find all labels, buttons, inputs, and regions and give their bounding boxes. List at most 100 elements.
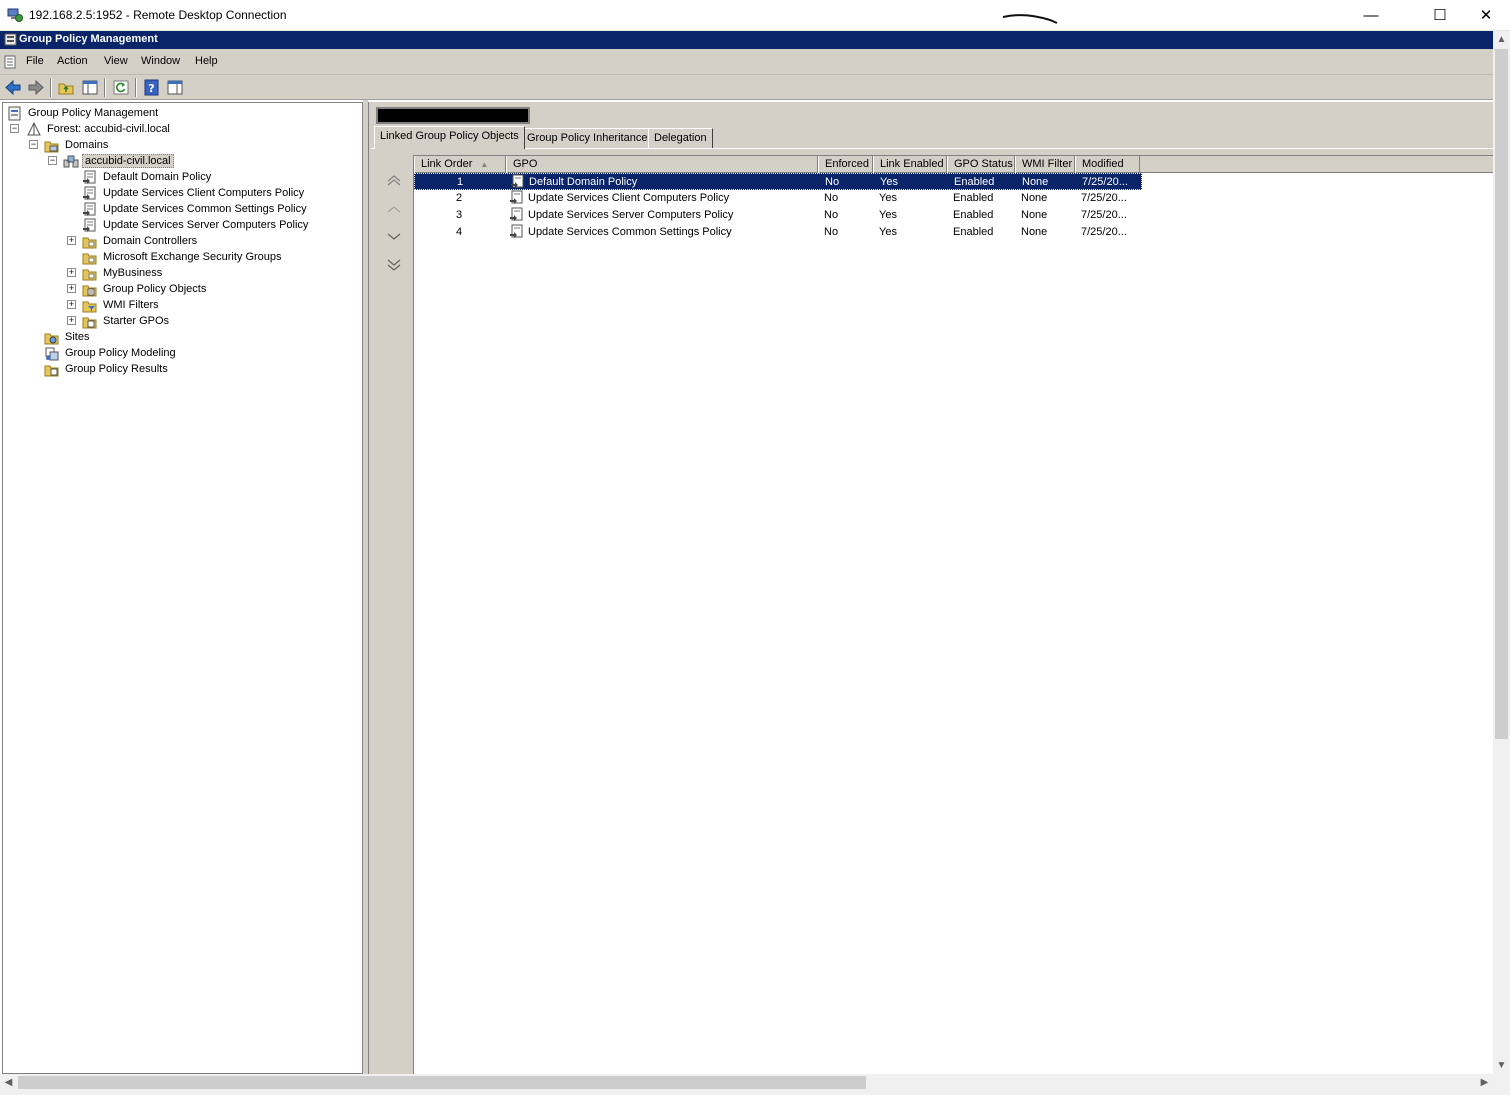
tree-node-forest[interactable]: Forest: accubid-civil.local bbox=[26, 121, 172, 137]
pen-stroke-mark bbox=[1002, 14, 1058, 24]
toolbar-separator bbox=[104, 78, 106, 97]
app-titlebar: Group Policy Management bbox=[0, 31, 1493, 49]
show-tree-icon[interactable] bbox=[81, 79, 99, 96]
tree-node-group-policy-objects[interactable]: Group Policy Objects bbox=[82, 281, 208, 297]
collapse-toggle-forest[interactable]: − bbox=[10, 124, 19, 133]
maximize-button[interactable]: ☐ bbox=[1417, 0, 1463, 30]
tree-label: WMI Filters bbox=[103, 299, 159, 311]
cell-enforced: No bbox=[824, 209, 839, 221]
expand-toggle-gpo-container[interactable]: + bbox=[67, 284, 76, 293]
horizontal-scroll-thumb[interactable] bbox=[18, 1076, 866, 1089]
menu-help[interactable]: Help bbox=[195, 55, 218, 67]
tab-linked-gpos[interactable]: Linked Group Policy Objects bbox=[374, 126, 525, 149]
tree-node-mybusiness[interactable]: MyBusiness bbox=[82, 265, 164, 281]
refresh-icon[interactable] bbox=[112, 79, 130, 96]
scroll-up-icon[interactable]: ▲ bbox=[1493, 31, 1510, 48]
cell-gpo-status: Enabled bbox=[953, 226, 994, 238]
wmi-filter-icon bbox=[82, 301, 97, 312]
cell-enforced: No bbox=[824, 192, 839, 204]
horizontal-scrollbar[interactable]: ◀ ▶ bbox=[0, 1074, 1493, 1091]
tree-node-root[interactable]: Group Policy Management bbox=[7, 105, 160, 121]
mmc-document-icon[interactable] bbox=[4, 55, 17, 69]
tree-node-domain-controllers[interactable]: Domain Controllers bbox=[82, 233, 199, 249]
cell-link-order: 3 bbox=[456, 209, 463, 221]
tree-node-results[interactable]: Group Policy Results bbox=[44, 361, 170, 377]
tab-delegation[interactable]: Delegation bbox=[648, 128, 713, 148]
tree-node-gpo-link[interactable]: Update Services Client Computers Policy bbox=[82, 185, 306, 201]
menu-bar: File Action View Window Help bbox=[0, 49, 1493, 75]
tree-node-sites[interactable]: Sites bbox=[44, 329, 91, 345]
minimize-button[interactable]: — bbox=[1348, 0, 1394, 30]
tree-node-gpo-link[interactable]: Update Services Server Computers Policy bbox=[82, 217, 310, 233]
collapse-toggle-domain[interactable]: − bbox=[48, 156, 57, 165]
move-to-bottom-icon[interactable] bbox=[385, 257, 403, 273]
scroll-left-icon[interactable]: ◀ bbox=[0, 1074, 17, 1091]
menu-window[interactable]: Window bbox=[141, 55, 180, 67]
cell-link-enabled: Yes bbox=[879, 226, 897, 238]
cell-wmi-filter: None bbox=[1021, 226, 1048, 238]
close-button[interactable]: ✕ bbox=[1463, 0, 1509, 30]
back-arrow-icon[interactable] bbox=[4, 79, 22, 96]
tree-label: MyBusiness bbox=[103, 267, 163, 279]
gpo-row[interactable]: 4 Update Services Common Settings Policy… bbox=[414, 224, 1142, 241]
column-header-gpo-status[interactable]: GPO Status bbox=[947, 156, 1015, 173]
vertical-scroll-thumb[interactable] bbox=[1495, 49, 1508, 739]
column-header-gpo[interactable]: GPO bbox=[506, 156, 818, 173]
show-pane-icon[interactable] bbox=[166, 79, 184, 96]
move-to-top-icon[interactable] bbox=[385, 173, 403, 189]
cell-link-enabled: Yes bbox=[879, 209, 897, 221]
gpo-link-icon bbox=[83, 186, 96, 200]
column-header-modified[interactable]: Modified bbox=[1075, 156, 1140, 173]
expand-toggle-wmi-filters[interactable]: + bbox=[67, 300, 76, 309]
column-header-enforced[interactable]: Enforced bbox=[818, 156, 873, 173]
cell-enforced: No bbox=[825, 176, 840, 188]
menu-action[interactable]: Action bbox=[57, 55, 88, 67]
tree-node-exchange-groups[interactable]: Microsoft Exchange Security Groups bbox=[82, 249, 284, 265]
gpmc-root-icon bbox=[8, 106, 21, 120]
scroll-right-icon[interactable]: ▶ bbox=[1476, 1074, 1493, 1091]
column-header-link-enabled[interactable]: Link Enabled bbox=[873, 156, 947, 173]
gpo-link-icon bbox=[510, 224, 523, 238]
domain-icon bbox=[63, 155, 79, 167]
column-title: Link Order bbox=[421, 158, 473, 170]
expand-toggle-domain-controllers[interactable]: + bbox=[67, 236, 76, 245]
cell-link-order: 2 bbox=[456, 192, 463, 204]
column-header-link-order[interactable]: Link Order ▲ bbox=[414, 156, 506, 173]
tree-label: Group Policy Results bbox=[65, 363, 168, 375]
scroll-down-icon[interactable]: ▼ bbox=[1493, 1057, 1510, 1074]
menu-file[interactable]: File bbox=[26, 55, 44, 67]
cell-gpo-name: Update Services Server Computers Policy bbox=[528, 209, 734, 221]
move-up-icon[interactable] bbox=[385, 202, 403, 218]
gpo-link-icon bbox=[83, 202, 96, 216]
vertical-scrollbar[interactable]: ▲ ▼ bbox=[1493, 31, 1510, 1074]
gpo-row[interactable]: 2 Update Services Client Computers Polic… bbox=[414, 190, 1142, 207]
tree-node-gpo-link[interactable]: Default Domain Policy bbox=[82, 169, 213, 185]
up-folder-icon[interactable] bbox=[57, 79, 75, 96]
move-down-icon[interactable] bbox=[385, 229, 403, 245]
menu-view[interactable]: View bbox=[104, 55, 128, 67]
expand-toggle-mybusiness[interactable]: + bbox=[67, 268, 76, 277]
help-icon[interactable]: ? bbox=[143, 79, 161, 96]
gpo-link-icon bbox=[510, 207, 523, 221]
cell-modified: 7/25/20... bbox=[1081, 209, 1127, 221]
gpo-row[interactable]: 1 Default Domain Policy No Yes Enabled N… bbox=[414, 173, 1142, 190]
expand-toggle-starter-gpos[interactable]: + bbox=[67, 316, 76, 325]
scrollbar-corner bbox=[1493, 1074, 1510, 1095]
forward-arrow-icon[interactable] bbox=[27, 79, 45, 96]
tree-node-wmi-filters[interactable]: WMI Filters bbox=[82, 297, 161, 313]
details-pane: Linked Group Policy Objects Group Policy… bbox=[368, 102, 1495, 1075]
tab-inheritance[interactable]: Group Policy Inheritance bbox=[521, 128, 654, 148]
list-header: Link Order ▲ GPO Enforced Link Enabled GP… bbox=[414, 156, 1495, 173]
collapse-toggle-domains[interactable]: − bbox=[29, 140, 38, 149]
rdp-titlebar: 192.168.2.5:1952 - Remote Desktop Connec… bbox=[0, 0, 1510, 31]
tree-node-domain[interactable]: accubid-civil.local bbox=[63, 153, 174, 169]
linked-gpo-list: Link Order ▲ GPO Enforced Link Enabled GP… bbox=[413, 155, 1495, 1075]
tree-node-modeling[interactable]: Group Policy Modeling bbox=[44, 345, 178, 361]
gpo-row[interactable]: 3 Update Services Server Computers Polic… bbox=[414, 207, 1142, 224]
tree-node-gpo-link[interactable]: Update Services Common Settings Policy bbox=[82, 201, 309, 217]
column-header-wmi-filter[interactable]: WMI Filter bbox=[1015, 156, 1075, 173]
tree-node-domains[interactable]: Domains bbox=[44, 137, 110, 153]
tree-label: Forest: accubid-civil.local bbox=[47, 123, 170, 135]
ou-folder-icon bbox=[82, 269, 97, 280]
tree-node-starter-gpos[interactable]: Starter GPOs bbox=[82, 313, 171, 329]
